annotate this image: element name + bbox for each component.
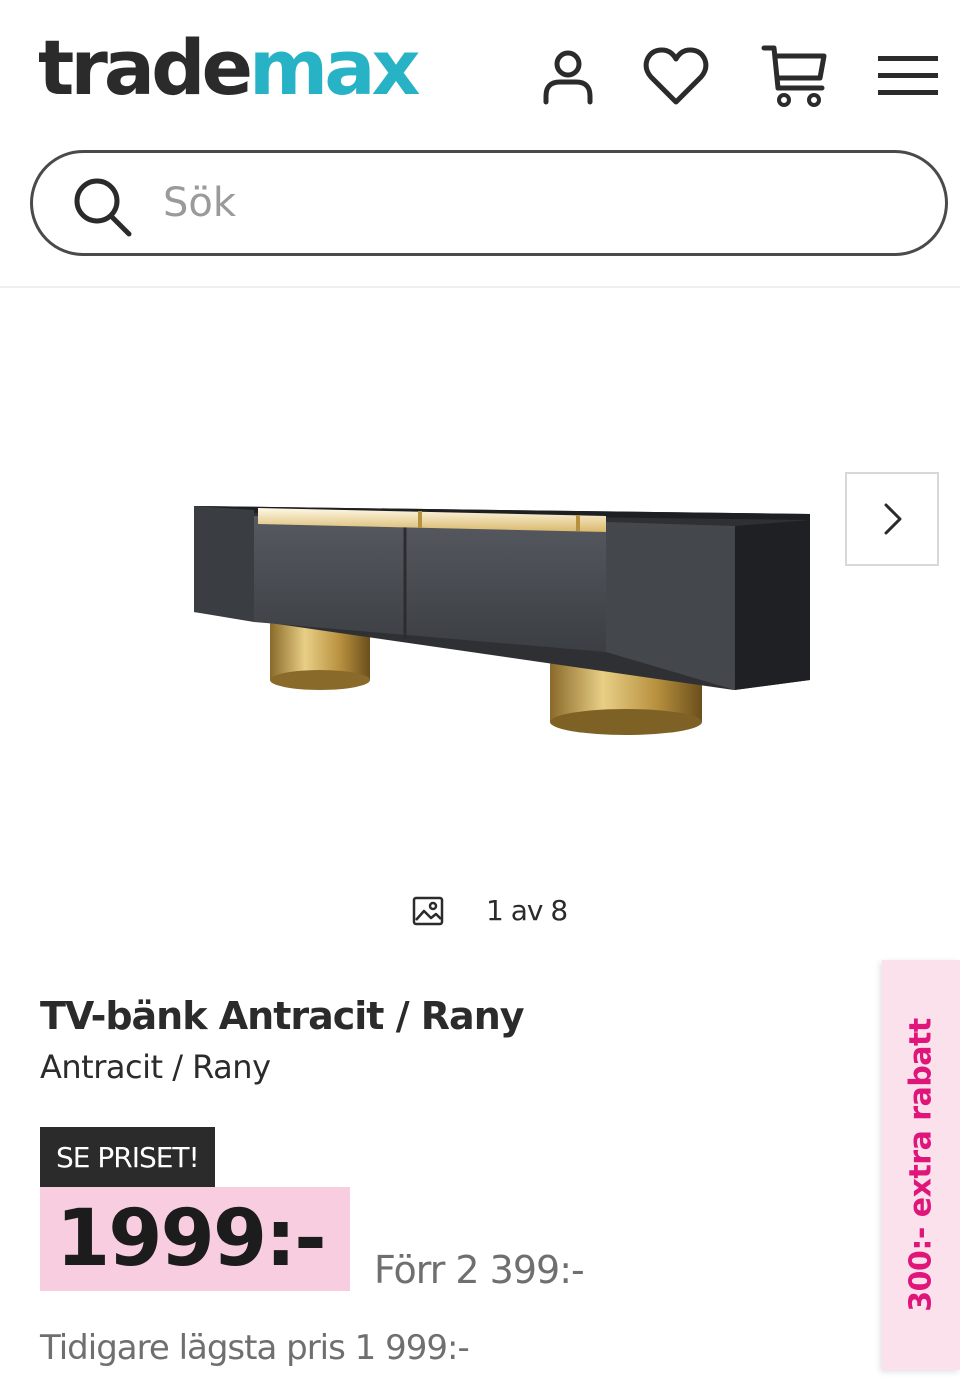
image-counter: 1 av 8	[412, 894, 568, 927]
menu-button[interactable]	[872, 40, 944, 112]
next-image-button[interactable]	[845, 472, 939, 566]
wishlist-button[interactable]	[640, 40, 712, 112]
search-input[interactable]	[163, 173, 903, 233]
logo-part-max: max	[249, 23, 420, 112]
product-variant: Antracit / Rany	[40, 1048, 271, 1086]
trademax-logo[interactable]: trademax	[38, 30, 421, 106]
price-badge: SE PRISET!	[40, 1127, 215, 1187]
product-gallery: 1 av 8	[0, 290, 960, 950]
price-box: 1999:-	[40, 1187, 350, 1291]
search-icon	[74, 178, 132, 237]
chevron-right-icon	[884, 503, 902, 535]
discount-side-tab[interactable]: 300:- extra rabatt	[882, 960, 960, 1370]
heart-icon	[643, 47, 709, 105]
search-bar[interactable]	[30, 150, 948, 256]
image-gallery-icon	[412, 896, 444, 925]
product-title: TV-bänk Antracit / Rany	[40, 994, 525, 1038]
discount-side-tab-label: 300:- extra rabatt	[903, 1018, 939, 1312]
site-header: trademax	[0, 0, 960, 288]
image-counter-text: 1 av 8	[486, 894, 568, 927]
menu-icon	[878, 56, 938, 95]
previous-price: Förr 2 399:-	[374, 1248, 585, 1292]
cart-icon	[761, 45, 827, 107]
product-image[interactable]	[180, 480, 830, 760]
account-button[interactable]	[532, 40, 604, 112]
logo-part-trade: trade	[38, 23, 253, 112]
account-icon	[543, 50, 593, 105]
lowest-price-note: Tidigare lägsta pris 1 999:-	[40, 1328, 470, 1368]
current-price: 1999:-	[56, 1194, 327, 1284]
cart-button[interactable]	[758, 40, 830, 112]
